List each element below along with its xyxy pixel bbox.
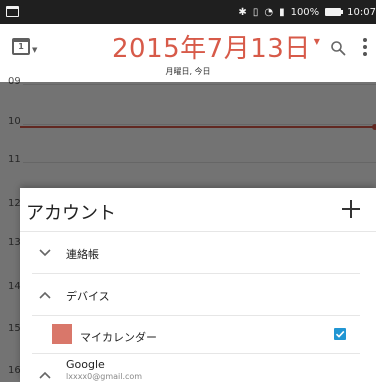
calendar-day-icon: 1 bbox=[12, 38, 30, 55]
battery-icon bbox=[325, 8, 344, 16]
view-switcher[interactable]: 1 ▼ bbox=[12, 38, 37, 55]
sheet-title: アカウント bbox=[26, 203, 116, 224]
calendar-visible-checkbox[interactable] bbox=[334, 328, 346, 340]
wifi-icon: ◔ bbox=[264, 6, 274, 18]
plus-icon[interactable] bbox=[340, 198, 362, 220]
bluetooth-icon: ✱ bbox=[238, 6, 247, 18]
chevron-down-icon: ▼ bbox=[313, 37, 320, 46]
battery-charging-icon: ▮ bbox=[279, 6, 285, 18]
chevron-up-icon bbox=[39, 291, 51, 299]
more-options-icon[interactable] bbox=[362, 38, 368, 56]
calendar-row-my-calendar[interactable]: マイカレンダー bbox=[20, 316, 376, 354]
date-picker[interactable]: 2015年7月13日 ▼ bbox=[112, 28, 320, 65]
account-label: Google bbox=[66, 358, 105, 371]
sheet-header: アカウント bbox=[20, 188, 376, 232]
account-email: lxxxx0@gmail.com bbox=[66, 372, 143, 381]
account-row-google[interactable]: Google lxxxx0@gmail.com bbox=[20, 354, 376, 382]
chevron-down-icon bbox=[39, 249, 51, 257]
calendar-name: マイカレンダー bbox=[80, 331, 157, 344]
status-icons: ✱ ▯ ◔ ▮ 100% 10:07 bbox=[238, 4, 376, 20]
page-subtitle: 月曜日, 今日 bbox=[165, 67, 211, 76]
view-caret-icon: ▼ bbox=[32, 46, 38, 54]
battery-percent: 100% bbox=[290, 6, 320, 18]
account-label: デバイス bbox=[66, 290, 110, 303]
status-bar: ✱ ▯ ◔ ▮ 100% 10:07 bbox=[0, 0, 376, 24]
accounts-sheet: アカウント 連絡帳 デバイス マイカレンダー Google lxxxx0@gma… bbox=[20, 188, 376, 382]
chevron-up-icon bbox=[39, 371, 51, 379]
account-row-device[interactable]: デバイス bbox=[20, 274, 376, 316]
notification-icon bbox=[6, 6, 19, 17]
search-icon[interactable] bbox=[330, 40, 346, 56]
vibrate-icon: ▯ bbox=[252, 6, 259, 18]
page-title: 2015年7月13日 bbox=[112, 34, 311, 64]
app-header: 1 ▼ 2015年7月13日 ▼ 月曜日, 今日 bbox=[0, 24, 376, 82]
account-row-contacts[interactable]: 連絡帳 bbox=[20, 232, 376, 274]
calendar-color-swatch bbox=[52, 324, 72, 344]
clock: 10:07 bbox=[347, 6, 376, 18]
account-label: 連絡帳 bbox=[66, 248, 99, 261]
